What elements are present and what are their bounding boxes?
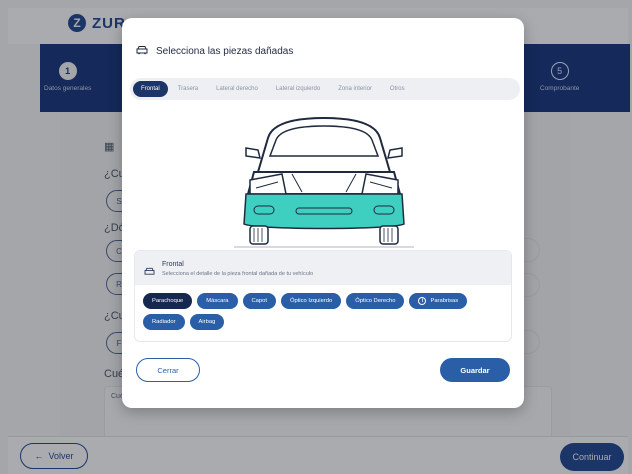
close-button[interactable]: Cerrar [136,358,200,382]
step-comprobante: 5 Comprobante [540,62,579,92]
part-zone-tabs: Frontal Trasera Lateral derecho Lateral … [130,78,520,100]
back-button[interactable]: ← Volver [20,443,88,469]
logo-text: ZUR [92,14,126,32]
step-number: 1 [58,62,77,80]
car-front-diagram [232,110,416,250]
tab-lateral-izquierdo[interactable]: Lateral izquierdo [268,81,328,97]
form-section-icon: ▦ [104,141,115,153]
part-chip-optico-izquierdo[interactable]: Óptico Izquierdo [280,293,342,309]
damaged-parts-modal: Selecciona las piezas dañadas Frontal Tr… [122,18,524,408]
info-icon: i [418,297,427,305]
car-icon [144,263,155,281]
logo-mark-icon: Z [68,14,86,32]
part-chip-parabrisas[interactable]: i Parabrisas [409,293,468,309]
tab-zona-interior[interactable]: Zona interior [330,81,380,97]
step-datos-generales: 1 Datos generales [44,62,91,92]
save-button[interactable]: Guardar [440,358,510,382]
part-chip-radiador[interactable]: Radiador [143,314,185,330]
part-detail-section: Frontal Selecciona el detalle de la piez… [134,250,512,342]
tab-frontal[interactable]: Frontal [133,81,168,97]
part-chip-optico-derecho[interactable]: Óptico Derecho [346,293,405,309]
part-chip-parachoque[interactable]: Parachoque [143,293,193,309]
modal-header: Selecciona las piezas dañadas [136,42,293,60]
tab-otros[interactable]: Otros [382,81,413,97]
brand-logo: Z ZUR [68,14,126,32]
part-chip-mascara[interactable]: Máscara [197,293,238,309]
section-title: Frontal [162,261,184,268]
modal-title: Selecciona las piezas dañadas [156,45,294,57]
arrow-left-icon: ← [34,451,44,461]
section-header: Frontal Selecciona el detalle de la piez… [135,251,511,285]
section-subtitle: Selecciona el detalle de la pieza fronta… [162,271,314,277]
part-chip-capot[interactable]: Capot [242,293,276,309]
part-chip-list: Parachoque Máscara Capot Óptico Izquierd… [143,293,505,330]
part-chip-airbag[interactable]: Airbag [189,314,225,330]
footer-bar [8,436,628,474]
car-icon [136,42,148,60]
step-label: Comprobante [540,85,580,92]
tab-trasera[interactable]: Trasera [170,81,206,97]
continue-button[interactable]: Continuar [560,443,624,471]
step-label: Datos generales [44,85,92,92]
back-button-label: Volver [48,451,74,461]
step-number: 5 [550,62,569,80]
part-chip-label: Parabrisas [430,298,459,304]
tab-lateral-derecho[interactable]: Lateral derecho [208,81,266,97]
